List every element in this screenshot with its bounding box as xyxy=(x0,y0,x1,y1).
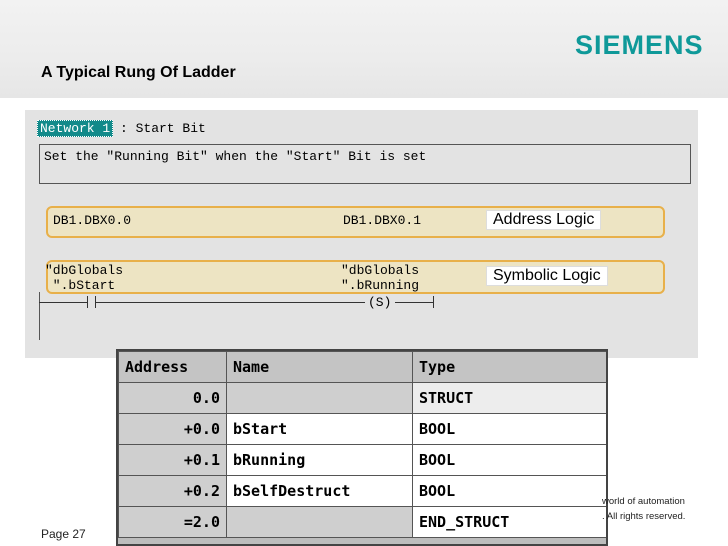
table-row[interactable]: 0.0 STRUCT xyxy=(118,382,606,414)
set-coil[interactable]: (S) xyxy=(368,295,391,310)
table-row[interactable]: +0.0 bStart BOOL xyxy=(118,413,606,445)
cell-name xyxy=(226,382,413,414)
cell-address: =2.0 xyxy=(118,506,227,538)
network-title: : Start Bit xyxy=(120,121,206,136)
cell-address: 0.0 xyxy=(118,382,227,414)
cell-name: bRunning xyxy=(226,444,413,476)
cell-name xyxy=(226,506,413,538)
table-row[interactable]: =2.0 END_STRUCT xyxy=(118,506,606,538)
coil-symbol-line2: ".bRunning xyxy=(341,278,420,293)
slide-title: A Typical Rung Of Ladder xyxy=(41,64,236,81)
cell-type: BOOL xyxy=(412,475,606,507)
coil-symbol-line1: "dbGlobals xyxy=(341,263,420,278)
footer-tagline: world of automation xyxy=(602,496,685,507)
rung-wire-right xyxy=(395,302,433,303)
contact-left-plate[interactable] xyxy=(87,296,88,308)
cell-type: STRUCT xyxy=(412,382,606,414)
cell-type: END_STRUCT xyxy=(412,506,606,538)
ladder-editor: Network 1 : Start Bit Set the "Running B… xyxy=(25,110,698,358)
header-type[interactable]: Type xyxy=(412,351,606,383)
page-number: Page 27 xyxy=(41,527,86,541)
siemens-logo: SIEMENS xyxy=(575,30,704,60)
power-rail xyxy=(39,292,40,340)
data-block-table: Address Name Type 0.0 STRUCT +0.0 bStart… xyxy=(116,349,608,546)
network-comment: Set the "Running Bit" when the "Start" B… xyxy=(44,149,427,164)
table-header-row: Address Name Type xyxy=(118,351,606,383)
cell-type: BOOL xyxy=(412,413,606,445)
footer-copyright: . All rights reserved. xyxy=(602,511,686,522)
contact-symbol-line2: ".bStart xyxy=(45,278,116,293)
rung-wire-left xyxy=(39,302,87,303)
cell-type: BOOL xyxy=(412,444,606,476)
network-label[interactable]: Network 1 xyxy=(37,120,114,137)
cell-name: bSelfDestruct xyxy=(226,475,413,507)
symbolic-logic-label: Symbolic Logic xyxy=(486,266,608,286)
header-address[interactable]: Address xyxy=(118,351,227,383)
cell-address: +0.2 xyxy=(118,475,227,507)
table-row[interactable]: +0.2 bSelfDestruct BOOL xyxy=(118,475,606,507)
table-row[interactable]: +0.1 bRunning BOOL xyxy=(118,444,606,476)
header-name[interactable]: Name xyxy=(226,351,413,383)
cell-address: +0.0 xyxy=(118,413,227,445)
network-comment-box[interactable]: Set the "Running Bit" when the "Start" B… xyxy=(39,144,691,184)
coil-address: DB1.DBX0.1 xyxy=(343,213,422,228)
contact-symbol-line1: "dbGlobals xyxy=(45,263,124,278)
address-logic-label: Address Logic xyxy=(486,210,602,230)
contact-address: DB1.DBX0.0 xyxy=(53,213,132,228)
rung-end xyxy=(433,296,434,308)
cell-address: +0.1 xyxy=(118,444,227,476)
rung-wire-middle xyxy=(95,302,365,303)
cell-name: bStart xyxy=(226,413,413,445)
